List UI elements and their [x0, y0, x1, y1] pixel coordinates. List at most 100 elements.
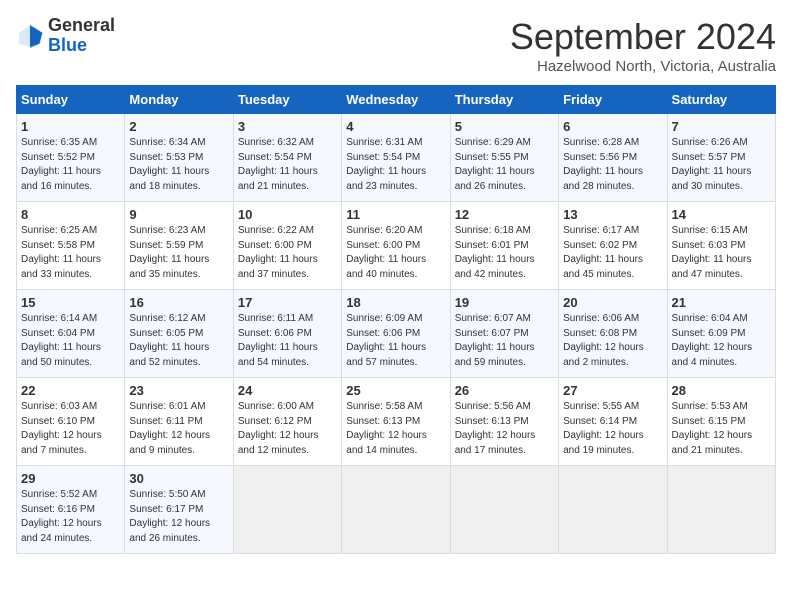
day-info: Sunrise: 6:12 AM Sunset: 6:05 PM Dayligh…: [129, 312, 228, 370]
day-number: 9: [129, 207, 228, 222]
day-info: Sunrise: 6:11 AM Sunset: 6:06 PM Dayligh…: [238, 312, 337, 370]
calendar-cell: 4 Sunrise: 6:31 AM Sunset: 5:54 PM Daylig…: [342, 114, 450, 202]
calendar-cell: 20Sunrise: 6:06 AM Sunset: 6:08 PM Dayli…: [559, 290, 667, 378]
logo-blue: Blue: [48, 35, 87, 55]
calendar-cell: 5 Sunrise: 6:29 AM Sunset: 5:55 PM Daylig…: [450, 114, 558, 202]
day-header: Thursday: [450, 86, 558, 114]
day-info: Sunrise: 6:07 AM Sunset: 6:07 PM Dayligh…: [455, 312, 554, 370]
day-number: 15: [21, 295, 120, 310]
day-info: Sunrise: 5:52 AM Sunset: 6:16 PM Dayligh…: [21, 488, 120, 546]
calendar-cell: 11Sunrise: 6:20 AM Sunset: 6:00 PM Dayli…: [342, 202, 450, 290]
day-number: 2: [129, 119, 228, 134]
day-header: Tuesday: [233, 86, 341, 114]
day-info: Sunrise: 6:04 AM Sunset: 6:09 PM Dayligh…: [672, 312, 771, 370]
calendar-cell: 6 Sunrise: 6:28 AM Sunset: 5:56 PM Daylig…: [559, 114, 667, 202]
day-number: 29: [21, 471, 120, 486]
calendar-cell: 24 Sunrise: 6:00 AM Sunset: 6:12 PM Dayli…: [233, 378, 341, 466]
day-number: 24: [238, 383, 337, 398]
day-info: Sunrise: 6:18 AM Sunset: 6:01 PM Dayligh…: [455, 224, 554, 282]
day-number: 8: [21, 207, 120, 222]
day-info: Sunrise: 6:03 AM Sunset: 6:10 PM Dayligh…: [21, 400, 120, 458]
day-number: 13: [563, 207, 662, 222]
day-header: Sunday: [17, 86, 125, 114]
calendar-cell: 23 Sunrise: 6:01 AM Sunset: 6:11 PM Dayli…: [125, 378, 233, 466]
day-number: 20: [563, 295, 662, 310]
day-number: 5: [455, 119, 554, 134]
day-number: 6: [563, 119, 662, 134]
day-header: Monday: [125, 86, 233, 114]
calendar-cell: 22 Sunrise: 6:03 AM Sunset: 6:10 PM Dayli…: [17, 378, 125, 466]
calendar-cell: 15 Sunrise: 6:14 AM Sunset: 6:04 PM Dayli…: [17, 290, 125, 378]
day-info: Sunrise: 6:17 AM Sunset: 6:02 PM Dayligh…: [563, 224, 662, 282]
day-info: Sunrise: 6:15 AM Sunset: 6:03 PM Dayligh…: [672, 224, 771, 282]
day-info: Sunrise: 6:32 AM Sunset: 5:54 PM Dayligh…: [238, 136, 337, 194]
logo-general: General: [48, 15, 115, 35]
day-info: Sunrise: 6:23 AM Sunset: 5:59 PM Dayligh…: [129, 224, 228, 282]
day-number: 4: [346, 119, 445, 134]
calendar-cell: 3 Sunrise: 6:32 AM Sunset: 5:54 PM Daylig…: [233, 114, 341, 202]
day-info: Sunrise: 5:56 AM Sunset: 6:13 PM Dayligh…: [455, 400, 554, 458]
calendar-week-row: 8Sunrise: 6:25 AM Sunset: 5:58 PM Daylig…: [17, 202, 776, 290]
day-number: 22: [21, 383, 120, 398]
day-info: Sunrise: 6:14 AM Sunset: 6:04 PM Dayligh…: [21, 312, 120, 370]
calendar-cell: [559, 466, 667, 554]
calendar-cell: 18 Sunrise: 6:09 AM Sunset: 6:06 PM Dayli…: [342, 290, 450, 378]
calendar-cell: 9 Sunrise: 6:23 AM Sunset: 5:59 PM Daylig…: [125, 202, 233, 290]
calendar-cell: 28 Sunrise: 5:53 AM Sunset: 6:15 PM Dayli…: [667, 378, 775, 466]
location: Hazelwood North, Victoria, Australia: [510, 58, 776, 75]
logo-icon: [16, 22, 44, 50]
calendar-week-row: 29 Sunrise: 5:52 AM Sunset: 6:16 PM Dayli…: [17, 466, 776, 554]
page-header: General Blue September 2024 Hazelwood No…: [16, 16, 776, 75]
day-number: 12: [455, 207, 554, 222]
calendar-cell: 21 Sunrise: 6:04 AM Sunset: 6:09 PM Dayli…: [667, 290, 775, 378]
calendar-cell: 13 Sunrise: 6:17 AM Sunset: 6:02 PM Dayli…: [559, 202, 667, 290]
day-info: Sunrise: 6:28 AM Sunset: 5:56 PM Dayligh…: [563, 136, 662, 194]
calendar-cell: 29 Sunrise: 5:52 AM Sunset: 6:16 PM Dayli…: [17, 466, 125, 554]
day-number: 7: [672, 119, 771, 134]
day-info: Sunrise: 6:34 AM Sunset: 5:53 PM Dayligh…: [129, 136, 228, 194]
day-info: Sunrise: 6:26 AM Sunset: 5:57 PM Dayligh…: [672, 136, 771, 194]
calendar-cell: 8Sunrise: 6:25 AM Sunset: 5:58 PM Daylig…: [17, 202, 125, 290]
day-info: Sunrise: 6:00 AM Sunset: 6:12 PM Dayligh…: [238, 400, 337, 458]
day-number: 10: [238, 207, 337, 222]
calendar-table: SundayMondayTuesdayWednesdayThursdayFrid…: [16, 85, 776, 554]
day-number: 25: [346, 383, 445, 398]
day-info: Sunrise: 6:29 AM Sunset: 5:55 PM Dayligh…: [455, 136, 554, 194]
day-info: Sunrise: 6:09 AM Sunset: 6:06 PM Dayligh…: [346, 312, 445, 370]
day-number: 18: [346, 295, 445, 310]
day-info: Sunrise: 6:20 AM Sunset: 6:00 PM Dayligh…: [346, 224, 445, 282]
logo: General Blue: [16, 16, 115, 56]
calendar-cell: [450, 466, 558, 554]
day-info: Sunrise: 6:35 AM Sunset: 5:52 PM Dayligh…: [21, 136, 120, 194]
day-number: 3: [238, 119, 337, 134]
calendar-cell: 19 Sunrise: 6:07 AM Sunset: 6:07 PM Dayli…: [450, 290, 558, 378]
day-number: 21: [672, 295, 771, 310]
calendar-cell: 7 Sunrise: 6:26 AM Sunset: 5:57 PM Daylig…: [667, 114, 775, 202]
day-number: 27: [563, 383, 662, 398]
day-number: 23: [129, 383, 228, 398]
day-info: Sunrise: 5:58 AM Sunset: 6:13 PM Dayligh…: [346, 400, 445, 458]
calendar-cell: 27 Sunrise: 5:55 AM Sunset: 6:14 PM Dayli…: [559, 378, 667, 466]
day-number: 19: [455, 295, 554, 310]
day-info: Sunrise: 5:55 AM Sunset: 6:14 PM Dayligh…: [563, 400, 662, 458]
month-title: September 2024: [510, 16, 776, 58]
calendar-cell: [667, 466, 775, 554]
day-info: Sunrise: 6:31 AM Sunset: 5:54 PM Dayligh…: [346, 136, 445, 194]
day-info: Sunrise: 6:01 AM Sunset: 6:11 PM Dayligh…: [129, 400, 228, 458]
calendar-cell: 26 Sunrise: 5:56 AM Sunset: 6:13 PM Dayli…: [450, 378, 558, 466]
day-number: 16: [129, 295, 228, 310]
calendar-cell: [233, 466, 341, 554]
day-header: Saturday: [667, 86, 775, 114]
calendar-week-row: 15 Sunrise: 6:14 AM Sunset: 6:04 PM Dayli…: [17, 290, 776, 378]
day-number: 26: [455, 383, 554, 398]
calendar-cell: 30Sunrise: 5:50 AM Sunset: 6:17 PM Dayli…: [125, 466, 233, 554]
calendar-cell: 16 Sunrise: 6:12 AM Sunset: 6:05 PM Dayli…: [125, 290, 233, 378]
day-header: Wednesday: [342, 86, 450, 114]
calendar-cell: [342, 466, 450, 554]
day-number: 1: [21, 119, 120, 134]
day-number: 14: [672, 207, 771, 222]
day-number: 28: [672, 383, 771, 398]
day-info: Sunrise: 5:53 AM Sunset: 6:15 PM Dayligh…: [672, 400, 771, 458]
day-header: Friday: [559, 86, 667, 114]
calendar-cell: 14 Sunrise: 6:15 AM Sunset: 6:03 PM Dayli…: [667, 202, 775, 290]
